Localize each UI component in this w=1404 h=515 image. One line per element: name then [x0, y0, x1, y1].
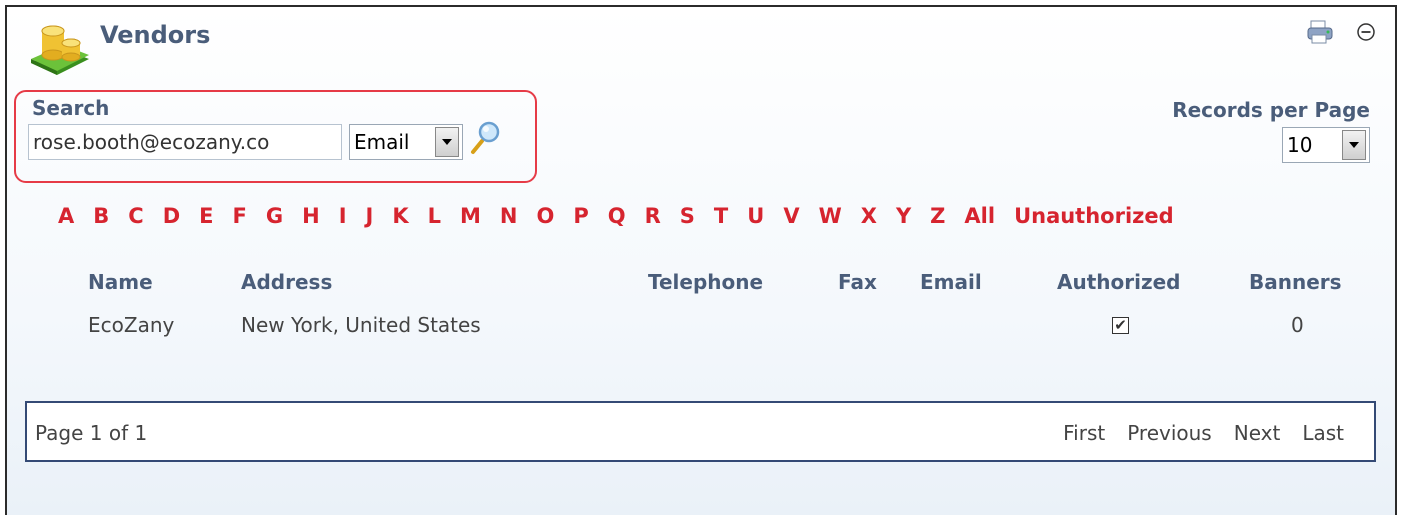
filter-unauthorized[interactable]: Unauthorized	[1014, 204, 1174, 228]
filter-all[interactable]: All	[964, 204, 995, 228]
filter-letter-t[interactable]: T	[714, 204, 728, 228]
filter-letter-v[interactable]: V	[783, 204, 799, 228]
filter-letter-d[interactable]: D	[163, 204, 180, 228]
records-per-page-label: Records per Page	[1172, 98, 1370, 122]
pager-last-link[interactable]: Last	[1302, 421, 1344, 445]
page-title: Vendors	[100, 21, 211, 49]
column-header-banners: Banners	[1249, 270, 1342, 294]
checkmark-icon: ✔	[1114, 316, 1127, 334]
pager-previous-link[interactable]: Previous	[1127, 421, 1212, 445]
column-header-address: Address	[241, 270, 333, 294]
search-input[interactable]	[28, 124, 342, 160]
filter-letter-q[interactable]: Q	[608, 204, 626, 228]
print-icon[interactable]	[1306, 18, 1334, 46]
filter-letter-m[interactable]: M	[460, 204, 481, 228]
filter-letter-b[interactable]: B	[93, 204, 109, 228]
filter-letter-z[interactable]: Z	[930, 204, 945, 228]
filter-letter-j[interactable]: J	[366, 204, 374, 228]
header-actions	[1306, 18, 1380, 46]
filter-letter-i[interactable]: I	[339, 204, 347, 228]
filter-letter-x[interactable]: X	[861, 204, 877, 228]
pager-first-link[interactable]: First	[1063, 421, 1105, 445]
pager-info: Page 1 of 1	[35, 421, 148, 445]
authorized-checkbox[interactable]: ✔	[1112, 317, 1129, 334]
vendor-address-cell: New York, United States	[241, 313, 481, 337]
filter-letter-s[interactable]: S	[680, 204, 695, 228]
chevron-down-icon	[435, 127, 459, 157]
alphabet-filter: A B C D E F G H I J K L M N O P Q R S T …	[58, 204, 1193, 228]
pager-links: First Previous Next Last	[1063, 421, 1344, 445]
column-header-telephone: Telephone	[648, 270, 764, 294]
records-per-page-value: 10	[1287, 133, 1313, 157]
chevron-down-icon	[1342, 130, 1366, 160]
pager-next-link[interactable]: Next	[1234, 421, 1281, 445]
filter-letter-h[interactable]: H	[302, 204, 320, 228]
filter-letter-k[interactable]: K	[392, 204, 408, 228]
search-field-value: Email	[354, 130, 410, 154]
filter-letter-o[interactable]: O	[537, 204, 555, 228]
filter-letter-a[interactable]: A	[58, 204, 74, 228]
filter-letter-f[interactable]: F	[233, 204, 247, 228]
filter-letter-e[interactable]: E	[199, 204, 213, 228]
filter-letter-r[interactable]: R	[645, 204, 661, 228]
search-label: Search	[32, 96, 110, 120]
filter-letter-w[interactable]: W	[819, 204, 842, 228]
filter-letter-y[interactable]: Y	[896, 204, 911, 228]
collapse-icon[interactable]	[1352, 18, 1380, 46]
filter-letter-u[interactable]: U	[747, 204, 764, 228]
coins-stack-icon	[27, 19, 91, 79]
records-per-page-select[interactable]: 10	[1282, 127, 1370, 163]
search-field-select[interactable]: Email	[349, 124, 463, 160]
column-header-fax: Fax	[838, 270, 877, 294]
filter-letter-c[interactable]: C	[128, 204, 143, 228]
filter-letter-g[interactable]: G	[266, 204, 283, 228]
vendor-name-cell[interactable]: EcoZany	[88, 313, 174, 337]
filter-letter-p[interactable]: P	[573, 204, 588, 228]
column-header-email: Email	[920, 270, 982, 294]
vendor-banners-cell: 0	[1291, 313, 1304, 337]
filter-letter-l[interactable]: L	[428, 204, 441, 228]
pager: Page 1 of 1 First Previous Next Last	[25, 401, 1376, 462]
filter-letter-n[interactable]: N	[500, 204, 518, 228]
column-header-name: Name	[88, 270, 153, 294]
column-header-authorized: Authorized	[1057, 270, 1181, 294]
magnifier-icon[interactable]	[470, 119, 502, 155]
